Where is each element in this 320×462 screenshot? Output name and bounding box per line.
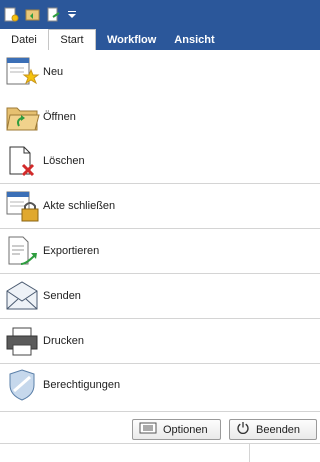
menu-item-label: Neu [43,65,64,78]
quit-label: Beenden [256,423,301,436]
menu-item-print[interactable]: Drucken [0,319,320,364]
menu-item-label: Senden [43,289,81,302]
options-label: Optionen [163,423,208,436]
qat-open-icon[interactable] [24,6,41,23]
options-button[interactable]: Optionen [132,419,221,440]
menu-item-send[interactable]: Senden [0,274,320,319]
tab-workflow[interactable]: Workflow [98,29,165,50]
menu-item-delete[interactable]: Löschen [0,140,320,185]
tab-file[interactable]: Datei [0,29,48,50]
options-icon [139,422,163,437]
close-file-icon [3,187,41,225]
menu-item-open[interactable]: Öffnen [0,95,320,140]
menu-item-label: Drucken [43,334,84,347]
open-icon [3,98,41,136]
menu-item-new[interactable]: Neu [0,50,320,95]
delete-icon [3,142,41,180]
status-bar-divider [249,444,250,462]
menu-item-label: Löschen [43,155,85,168]
menu-item-permissions[interactable]: Berechtigungen [0,364,320,409]
new-icon [3,53,41,91]
menu-item-label: Öffnen [43,110,76,123]
bottom-button-bar: Optionen Beenden [0,411,320,443]
backstage-menu: Neu Öffnen Löschen Akte schließen Export… [0,50,320,408]
tab-view[interactable]: Ansicht [165,29,223,50]
permissions-icon [3,366,41,404]
menu-item-export[interactable]: Exportieren [0,229,320,274]
title-bar: Datei Start Workflow Ansicht [0,0,320,50]
quit-button[interactable]: Beenden [229,419,317,440]
qat-new-icon[interactable] [3,6,20,23]
send-icon [3,277,41,315]
menu-item-close-file[interactable]: Akte schließen [0,184,320,230]
status-bar [0,443,320,462]
export-icon [3,232,41,270]
tab-start[interactable]: Start [48,29,96,50]
qat-customize-dropdown-icon[interactable] [66,6,78,23]
quick-access-toolbar [0,0,78,29]
qat-export-icon[interactable] [45,6,62,23]
menu-item-label: Akte schließen [43,200,116,213]
ribbon-tabs: Datei Start Workflow Ansicht [0,29,224,50]
power-icon [236,421,256,438]
menu-item-label: Berechtigungen [43,379,121,392]
print-icon [3,322,41,360]
menu-item-label: Exportieren [43,245,100,258]
